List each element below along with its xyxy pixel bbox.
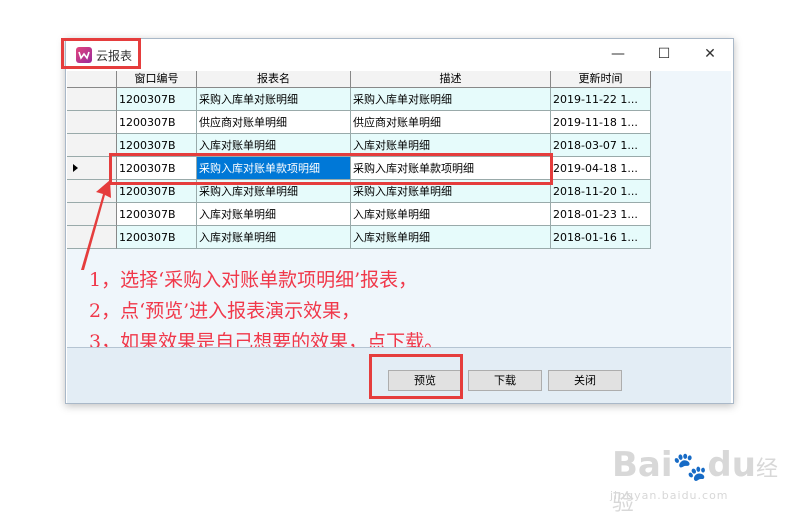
watermark-brand-2: du bbox=[707, 445, 756, 485]
title-bar[interactable]: 云报表 — ☐ ✕ bbox=[66, 39, 733, 70]
close-button[interactable]: 关闭 bbox=[548, 370, 622, 391]
cell-name[interactable]: 入库对账单明细 bbox=[197, 226, 351, 249]
annotation-step-3: 3，如果效果是自己想要的效果，点下载。 bbox=[89, 331, 444, 347]
download-button[interactable]: 下载 bbox=[468, 370, 542, 391]
cell-id[interactable]: 1200307B bbox=[117, 226, 197, 249]
cell-time[interactable]: 2018-11-20 1... bbox=[551, 180, 651, 203]
cell-desc[interactable]: 入库对账单明细 bbox=[351, 226, 551, 249]
cell-id[interactable]: 1200307B bbox=[117, 88, 197, 111]
grid-header: 窗口编号 报表名 描述 更新时间 bbox=[67, 71, 651, 88]
minimize-button[interactable]: — bbox=[595, 39, 641, 70]
cell-time[interactable]: 2018-01-23 1... bbox=[551, 203, 651, 226]
app-window: 云报表 — ☐ ✕ 窗口编号 报表名 描述 更新时间 1200307B 采购入库单… bbox=[65, 38, 734, 404]
highlight-selected-row-box bbox=[109, 153, 553, 185]
annotation-step-1: 1，选择‘采购入对账单款项明细’报表， bbox=[89, 269, 418, 291]
cell-time[interactable]: 2019-11-22 1... bbox=[551, 88, 651, 111]
cell-time[interactable]: 2018-03-07 1... bbox=[551, 134, 651, 157]
cell-time[interactable]: 2019-04-18 1... bbox=[551, 157, 651, 180]
col-header-desc[interactable]: 描述 bbox=[351, 71, 551, 87]
cell-desc[interactable]: 采购入库单对账明细 bbox=[351, 88, 551, 111]
annotation-arrow bbox=[81, 180, 111, 270]
row-header[interactable] bbox=[67, 88, 117, 111]
maximize-button[interactable]: ☐ bbox=[641, 39, 687, 70]
annotation-step-2: 2，点‘预览’进入报表演示效果， bbox=[89, 300, 361, 322]
cell-desc[interactable]: 入库对账单明细 bbox=[351, 203, 551, 226]
col-header-name[interactable]: 报表名 bbox=[197, 71, 351, 87]
table-row[interactable]: 1200307B 采购入库单对账明细 采购入库单对账明细 2019-11-22 1..… bbox=[67, 88, 651, 111]
cell-name[interactable]: 入库对账单明细 bbox=[197, 203, 351, 226]
col-header-id[interactable]: 窗口编号 bbox=[117, 71, 197, 87]
current-row-indicator-icon bbox=[73, 164, 78, 172]
paw-icon: 🐾 bbox=[672, 450, 708, 483]
cell-desc[interactable]: 供应商对账单明细 bbox=[351, 111, 551, 134]
row-header-corner bbox=[67, 71, 117, 87]
cell-name[interactable]: 供应商对账单明细 bbox=[197, 111, 351, 134]
cell-time[interactable]: 2018-01-16 1... bbox=[551, 226, 651, 249]
table-row[interactable]: 1200307B 入库对账单明细 入库对账单明细 2018-01-16 1... bbox=[67, 226, 651, 249]
cell-time[interactable]: 2019-11-18 1... bbox=[551, 111, 651, 134]
cell-name[interactable]: 采购入库单对账明细 bbox=[197, 88, 351, 111]
watermark-url: jingyan.baidu.com bbox=[610, 489, 729, 502]
baidu-watermark: Bai🐾du经验 jingyan.baidu.com bbox=[610, 445, 797, 517]
highlight-preview-box bbox=[369, 354, 463, 399]
watermark-brand: Bai bbox=[612, 445, 673, 485]
row-header[interactable] bbox=[67, 111, 117, 134]
cell-id[interactable]: 1200307B bbox=[117, 111, 197, 134]
col-header-time[interactable]: 更新时间 bbox=[551, 71, 651, 87]
close-window-button[interactable]: ✕ bbox=[687, 39, 733, 70]
table-row[interactable]: 1200307B 入库对账单明细 入库对账单明细 2018-01-23 1... bbox=[67, 203, 651, 226]
cell-id[interactable]: 1200307B bbox=[117, 203, 197, 226]
highlight-title-box bbox=[61, 38, 141, 69]
table-row[interactable]: 1200307B 供应商对账单明细 供应商对账单明细 2019-11-18 1... bbox=[67, 111, 651, 134]
